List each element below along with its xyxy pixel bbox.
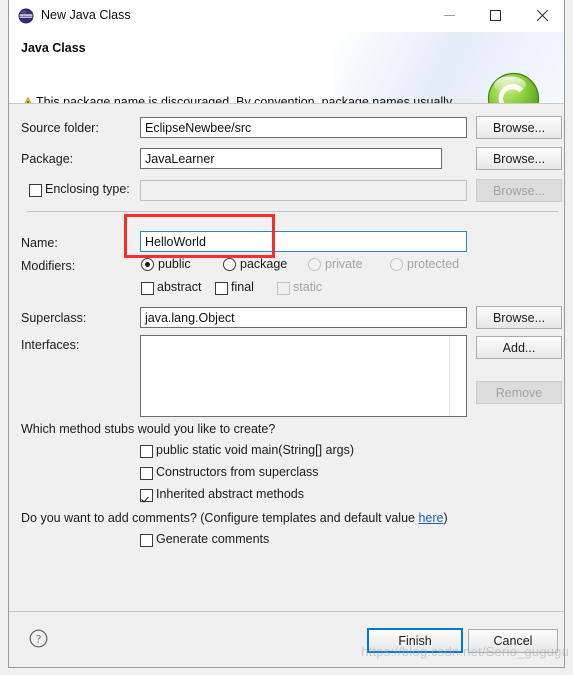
source-folder-label: Source folder: (21, 121, 99, 135)
modifier-radio-protected (390, 258, 403, 271)
method-stubs-question: Which method stubs would you like to cre… (21, 422, 276, 436)
header-title: Java Class (21, 41, 86, 55)
configure-templates-link[interactable]: here (418, 511, 443, 525)
stub-label-inherited-abstract: Inherited abstract methods (156, 487, 304, 501)
modifier-checkbox-static (277, 282, 290, 295)
enclosing-type-browse-button: Browse... (476, 179, 562, 202)
modifier-checkbox-abstract[interactable] (141, 282, 154, 295)
package-input[interactable]: JavaLearner (140, 148, 442, 169)
separator-top (27, 211, 558, 212)
modifier-radio-private (308, 258, 321, 271)
green-c-sphere-icon (486, 71, 541, 103)
comments-question-post: ) (443, 511, 448, 525)
warning-triangle-icon (21, 97, 35, 103)
help-question-icon[interactable]: ? (29, 629, 48, 648)
superclass-browse-button[interactable]: Browse... (476, 306, 562, 329)
modifier-label-protected: protected (407, 257, 460, 271)
stub-checkbox-constructors[interactable] (140, 467, 153, 480)
svg-text:?: ? (36, 634, 41, 646)
title-bar: New Java Class (9, 0, 564, 32)
modifier-label-static: static (293, 280, 323, 294)
dialog-window: New Java Class Java Class This package n… (8, 0, 565, 668)
modifier-label-abstract: abstract (157, 280, 202, 294)
interfaces-remove-button: Remove (476, 381, 562, 404)
modifier-radio-public[interactable] (141, 258, 154, 271)
comments-question: Do you want to add comments? (Configure … (21, 511, 448, 525)
modifier-label-private: private (325, 257, 363, 271)
new-java-class-dialog-screenshot: New Java Class Java Class This package n… (0, 0, 573, 675)
window-title: New Java Class (41, 8, 131, 22)
close-icon (535, 9, 548, 22)
package-label: Package: (21, 152, 74, 166)
warning-line-1: This package name is discouraged. By con… (36, 95, 453, 104)
dialog-body: Source folder: EclipseNewbee/src Browse.… (9, 104, 564, 612)
modifier-checkbox-final[interactable] (215, 282, 228, 295)
maximize-button[interactable] (472, 0, 518, 31)
interfaces-listbox[interactable] (140, 335, 467, 417)
enclosing-type-input (140, 180, 467, 201)
close-button[interactable] (518, 0, 564, 31)
minimize-icon (443, 15, 455, 16)
stub-label-constructors: Constructors from superclass (156, 465, 319, 479)
modifier-label-final: final (231, 280, 254, 294)
modifier-radio-package[interactable] (223, 258, 236, 271)
interfaces-add-button[interactable]: Add... (476, 336, 562, 359)
dialog-header: Java Class This package name is discoura… (9, 32, 564, 104)
stub-checkbox-main-method[interactable] (140, 445, 153, 458)
minimize-button[interactable] (426, 0, 472, 31)
generate-comments-checkbox[interactable] (140, 534, 153, 547)
comments-question-pre: Do you want to add comments? (Configure … (21, 511, 419, 525)
modifier-label-package: package (240, 257, 288, 271)
name-label: Name: (21, 236, 58, 250)
eclipse-java-icon (18, 8, 34, 24)
generate-comments-label: Generate comments (156, 532, 270, 546)
enclosing-type-checkbox[interactable] (29, 184, 42, 197)
watermark-text: https://blog.csdn.net/Serio_gugugu (361, 644, 569, 659)
superclass-label: Superclass: (21, 311, 87, 325)
enclosing-type-label: Enclosing type: (45, 182, 130, 196)
source-folder-input[interactable]: EclipseNewbee/src (140, 117, 467, 138)
source-folder-browse-button[interactable]: Browse... (476, 116, 562, 139)
header-warning-message: This package name is discouraged. By con… (36, 94, 481, 104)
modifiers-label: Modifiers: (21, 259, 76, 273)
stub-label-main-method: public static void main(String[] args) (156, 443, 354, 457)
maximize-icon (489, 10, 501, 21)
superclass-input[interactable]: java.lang.Object (140, 307, 467, 328)
interfaces-label: Interfaces: (21, 338, 80, 352)
package-browse-button[interactable]: Browse... (476, 147, 562, 170)
stub-checkbox-inherited-abstract[interactable] (140, 489, 153, 502)
interfaces-scrollbar[interactable] (449, 336, 466, 416)
modifier-label-public: public (158, 257, 191, 271)
class-name-input[interactable]: HelloWorld (140, 231, 467, 252)
